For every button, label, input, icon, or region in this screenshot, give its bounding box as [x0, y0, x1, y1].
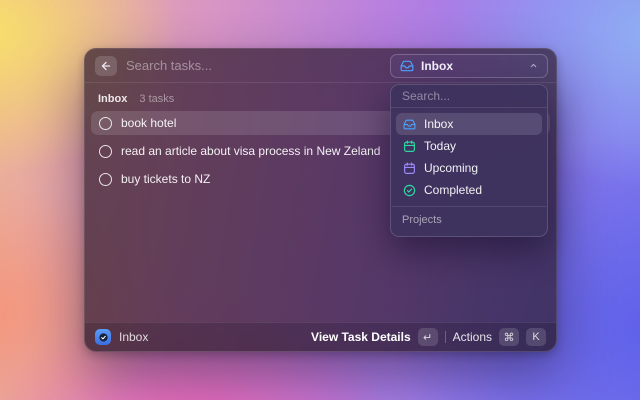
filter-button-label: Inbox [421, 59, 453, 73]
statusbar-actions: View Task Details ↵ Actions ⌘ K [311, 328, 546, 346]
app-logo-icon [95, 329, 111, 345]
dropdown-item-label: Completed [424, 183, 482, 197]
calendar-icon [403, 162, 416, 175]
divider [445, 331, 446, 343]
task-checkbox[interactable] [99, 173, 112, 186]
list-task-count: 3 tasks [139, 93, 174, 105]
arrow-left-icon [100, 60, 112, 72]
task-label: read an article about visa process in Ne… [121, 144, 380, 158]
task-checkbox[interactable] [99, 117, 112, 130]
chevron-up-icon [529, 61, 538, 70]
list-filter-button[interactable]: Inbox [390, 54, 548, 78]
view-task-details-action[interactable]: View Task Details [311, 330, 411, 344]
dropdown-item-inbox[interactable]: Inbox [396, 113, 542, 135]
dropdown-item-label: Upcoming [424, 161, 478, 175]
globe-icon [403, 236, 416, 238]
dropdown-item-completed[interactable]: Completed [396, 179, 542, 201]
task-checkbox[interactable] [99, 145, 112, 158]
dropdown-item-label: Networks [424, 235, 474, 237]
check-circle-icon [403, 184, 416, 197]
actions-button[interactable]: Actions [453, 330, 492, 344]
dropdown-search-row [391, 85, 547, 108]
list-section-title: Inbox [98, 93, 127, 105]
search-tasks-input[interactable] [126, 58, 390, 73]
inbox-icon [403, 118, 416, 131]
dropdown-item-networks[interactable]: Networks [396, 231, 542, 237]
dropdown-item-label: Today [424, 139, 456, 153]
dropdown-item-today[interactable]: Today [396, 135, 542, 157]
dropdown-item-label: Inbox [424, 117, 453, 131]
dropdown-item-list: Inbox Today Upcoming Completed [391, 108, 547, 206]
statusbar-context-label: Inbox [119, 330, 148, 344]
dropdown-project-list: Networks [391, 229, 547, 237]
status-bar: Inbox View Task Details ↵ Actions ⌘ K [85, 322, 556, 351]
calendar-icon [403, 140, 416, 153]
command-key: ⌘ [499, 328, 519, 346]
inbox-icon [400, 59, 414, 73]
return-key: ↵ [418, 328, 438, 346]
task-label: buy tickets to NZ [121, 172, 210, 186]
desktop-background: Inbox Inbox 3 tasks book hotel read an a… [0, 0, 640, 400]
dropdown-search-input[interactable] [402, 89, 548, 103]
back-button[interactable] [95, 56, 117, 76]
dropdown-item-upcoming[interactable]: Upcoming [396, 157, 542, 179]
topbar: Inbox [85, 49, 556, 83]
list-filter-dropdown: Inbox Today Upcoming Completed [390, 84, 548, 237]
k-key: K [526, 328, 546, 346]
projects-section-label: Projects [391, 207, 547, 229]
task-label: book hotel [121, 116, 176, 130]
